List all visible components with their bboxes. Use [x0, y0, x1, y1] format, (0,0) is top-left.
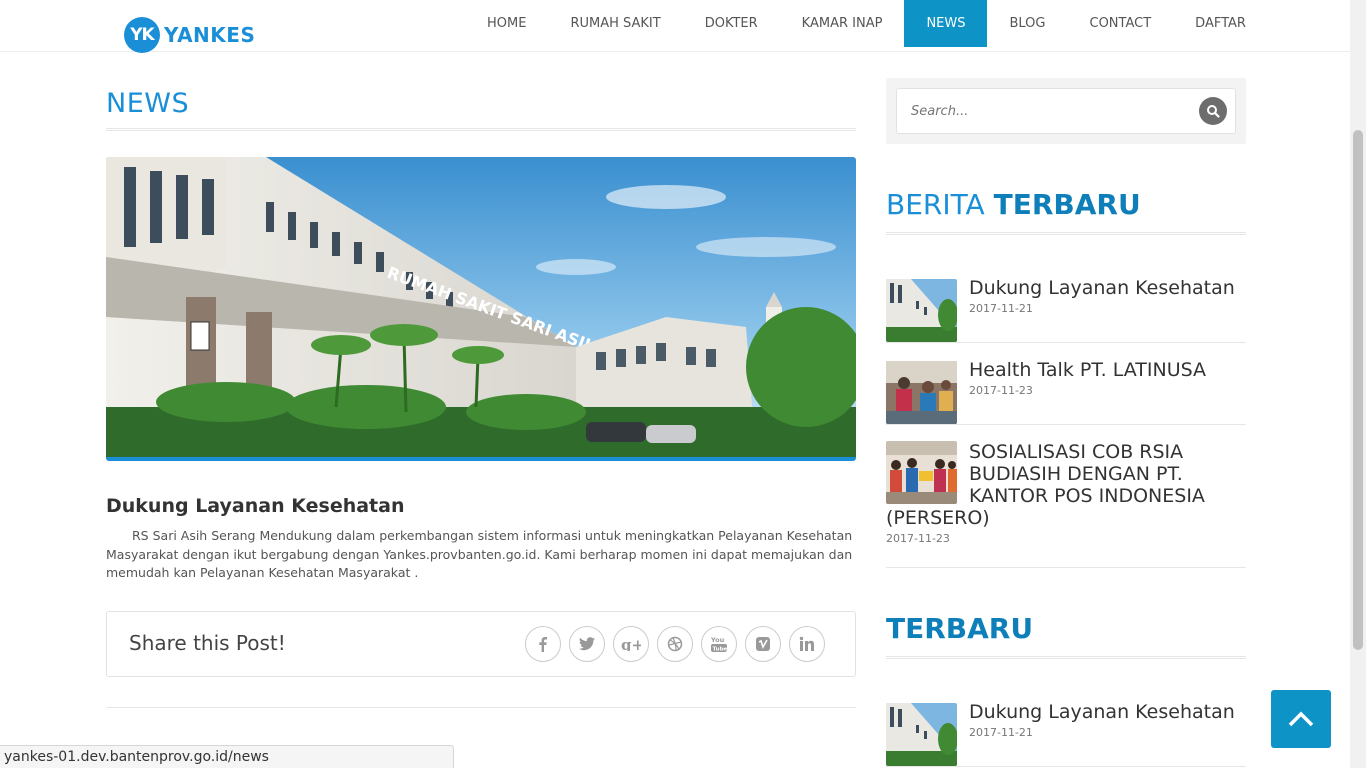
hospital-building-image: RUMAH SAKIT SARI ASIH SERANG [106, 157, 856, 457]
news-text: Health Talk PT. LATINUSA 2017-11-23 [969, 359, 1246, 424]
chevron-up-icon [1288, 711, 1314, 727]
linkedin-icon[interactable] [789, 625, 825, 662]
page-scrollbar[interactable] [1350, 0, 1366, 768]
post-body: RS Sari Asih Serang Mendukung dalam perk… [106, 528, 853, 580]
berita-terbaru-divider [886, 232, 1246, 235]
share-box: Share this Post! g+ You Tube [106, 610, 856, 677]
svg-text:Tube: Tube [713, 646, 728, 652]
share-label: Share this Post! [129, 630, 286, 655]
svg-text:You: You [710, 636, 725, 644]
nav-home[interactable]: HOME [465, 0, 548, 47]
main-content: NEWS RUMAH SAKIT SARI ASIH SERANG Dukung… [106, 52, 856, 708]
site-header: YK YANKES HOME RUMAH SAKIT DOKTER KAMAR … [0, 0, 1350, 53]
search-input[interactable] [911, 104, 1171, 119]
sidebar: BERITA TERBARU Dukung Layanan Kesehatan … [886, 78, 1246, 767]
news-thumbnail[interactable] [886, 279, 957, 342]
news-date: 2017-11-23 [969, 384, 1033, 397]
nav-news[interactable]: NEWS [904, 0, 988, 47]
terbaru-list: Dukung Layanan Kesehatan 2017-11-21 [886, 701, 1246, 767]
nav-blog[interactable]: BLOG [987, 0, 1067, 47]
post-hero-image[interactable]: RUMAH SAKIT SARI ASIH SERANG [106, 157, 856, 461]
news-date: 2017-11-23 [886, 532, 950, 545]
news-title[interactable]: Health Talk PT. LATINUSA [969, 359, 1246, 381]
nav-contact[interactable]: CONTACT [1068, 0, 1174, 47]
news-title[interactable]: Dukung Layanan Kesehatan [969, 701, 1246, 723]
vimeo-icon[interactable] [745, 625, 781, 662]
share-icons: g+ You Tube [525, 625, 825, 662]
berita-terbaru-title-bold: TERBARU [993, 188, 1141, 221]
section-divider [106, 706, 856, 708]
twitter-icon[interactable] [569, 625, 605, 662]
nav-daftar[interactable]: DAFTAR [1173, 0, 1268, 47]
youtube-icon[interactable]: You Tube [701, 625, 737, 662]
list-item[interactable]: Health Talk PT. LATINUSA 2017-11-23 [886, 359, 1246, 425]
site-logo[interactable]: YK YANKES [124, 17, 255, 53]
news-title[interactable]: Dukung Layanan Kesehatan [969, 277, 1246, 299]
list-item[interactable]: Dukung Layanan Kesehatan 2017-11-21 [886, 277, 1246, 343]
list-item[interactable]: Dukung Layanan Kesehatan 2017-11-21 [886, 701, 1246, 767]
terbaru-title-bold: TERBARU [886, 612, 1034, 645]
news-text: Dukung Layanan Kesehatan 2017-11-21 [969, 701, 1246, 766]
dribbble-icon[interactable] [657, 625, 693, 662]
news-text: Dukung Layanan Kesehatan 2017-11-21 [969, 277, 1246, 342]
berita-terbaru-title-light: BERITA [886, 188, 985, 221]
back-to-top-button[interactable] [1271, 690, 1331, 748]
main-nav: HOME RUMAH SAKIT DOKTER KAMAR INAP NEWS … [465, 0, 1268, 47]
news-date: 2017-11-21 [969, 302, 1033, 315]
nav-kamar-inap[interactable]: KAMAR INAP [780, 0, 905, 47]
search-icon [1207, 105, 1220, 118]
nav-dokter[interactable]: DOKTER [683, 0, 780, 47]
news-thumbnail[interactable] [886, 703, 957, 766]
page-title: NEWS [106, 88, 190, 119]
nav-rumah-sakit[interactable]: RUMAH SAKIT [548, 0, 682, 47]
scrollbar-thumb[interactable] [1353, 130, 1363, 650]
browser-status-bar: yankes-01.dev.bantenprov.go.id/news [0, 745, 454, 768]
news-date: 2017-11-21 [969, 726, 1033, 739]
post-title[interactable]: Dukung Layanan Kesehatan [106, 495, 856, 517]
google-plus-icon[interactable]: g+ [613, 625, 649, 662]
facebook-icon[interactable] [525, 625, 561, 662]
title-divider [106, 128, 856, 131]
terbaru-title: TERBARU [886, 612, 1246, 648]
search-widget [886, 78, 1246, 144]
svg-text:g+: g+ [621, 637, 641, 651]
terbaru-divider [886, 656, 1246, 659]
logo-text: YANKES [164, 23, 256, 47]
news-thumbnail[interactable] [886, 361, 957, 424]
berita-terbaru-list: Dukung Layanan Kesehatan 2017-11-21 Heal… [886, 277, 1246, 568]
list-item[interactable]: SOSIALISASI COB RSIA BUDIASIH DENGAN PT.… [886, 441, 1246, 568]
news-thumbnail[interactable] [886, 441, 957, 504]
logo-badge: YK [124, 17, 160, 53]
search-box[interactable] [896, 88, 1236, 134]
search-button[interactable] [1199, 97, 1227, 125]
berita-terbaru-title: BERITA TERBARU [886, 188, 1246, 224]
